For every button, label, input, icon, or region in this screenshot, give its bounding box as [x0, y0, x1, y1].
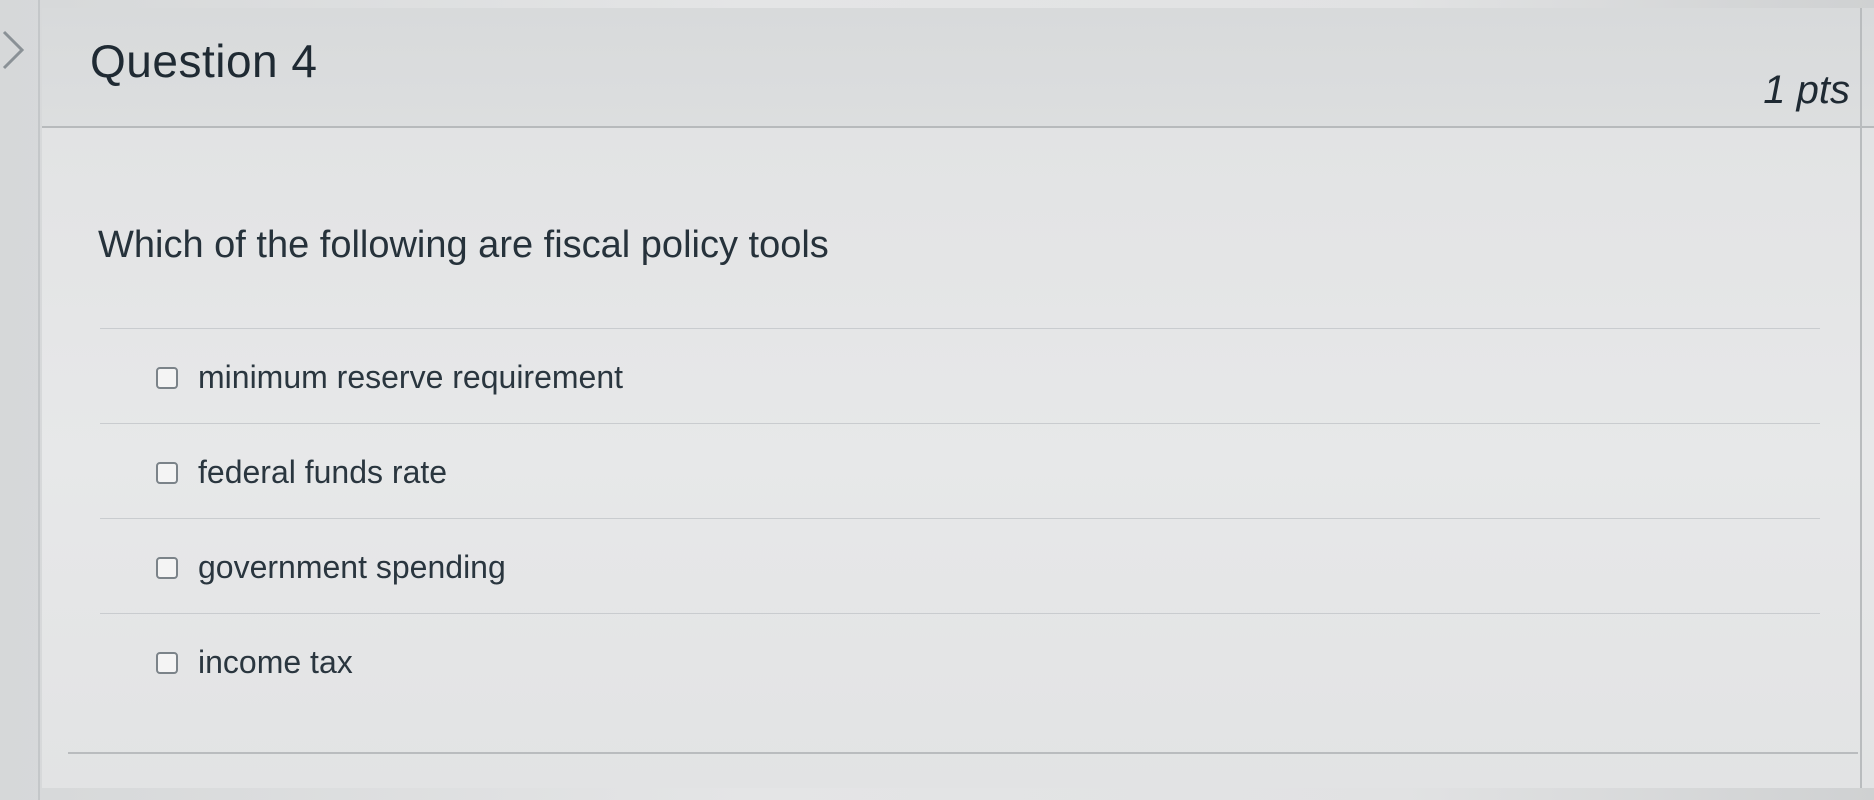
question-text: Which of the following are fiscal policy…	[98, 224, 829, 266]
card-right-border	[1860, 8, 1862, 788]
answer-label: minimum reserve requirement	[198, 359, 624, 395]
answer-list: minimum reserve requirement federal fund…	[100, 328, 1820, 708]
question-title: Question 4	[90, 35, 318, 87]
quiz-page: Question 4 1 pts Which of the following …	[0, 0, 1874, 800]
answer-option[interactable]: income tax	[100, 613, 1820, 708]
question-points: 1 pts	[1763, 68, 1850, 112]
checkbox-icon[interactable]	[156, 652, 178, 674]
answer-option[interactable]: federal funds rate	[100, 423, 1820, 518]
question-header: Question 4 1 pts	[42, 8, 1874, 128]
checkbox-icon[interactable]	[156, 557, 178, 579]
answer-label: federal funds rate	[198, 454, 448, 490]
answer-label: government spending	[198, 549, 506, 585]
answer-label: income tax	[198, 644, 353, 680]
card-bottom-border	[68, 752, 1858, 754]
question-card: Question 4 1 pts Which of the following …	[42, 8, 1874, 788]
checkbox-icon[interactable]	[156, 367, 178, 389]
checkbox-icon[interactable]	[156, 462, 178, 484]
answer-option[interactable]: government spending	[100, 518, 1820, 613]
question-body: Which of the following are fiscal policy…	[42, 128, 1874, 788]
left-divider	[38, 0, 40, 800]
answer-option[interactable]: minimum reserve requirement	[100, 328, 1820, 423]
chevron-right-icon[interactable]	[0, 30, 26, 70]
